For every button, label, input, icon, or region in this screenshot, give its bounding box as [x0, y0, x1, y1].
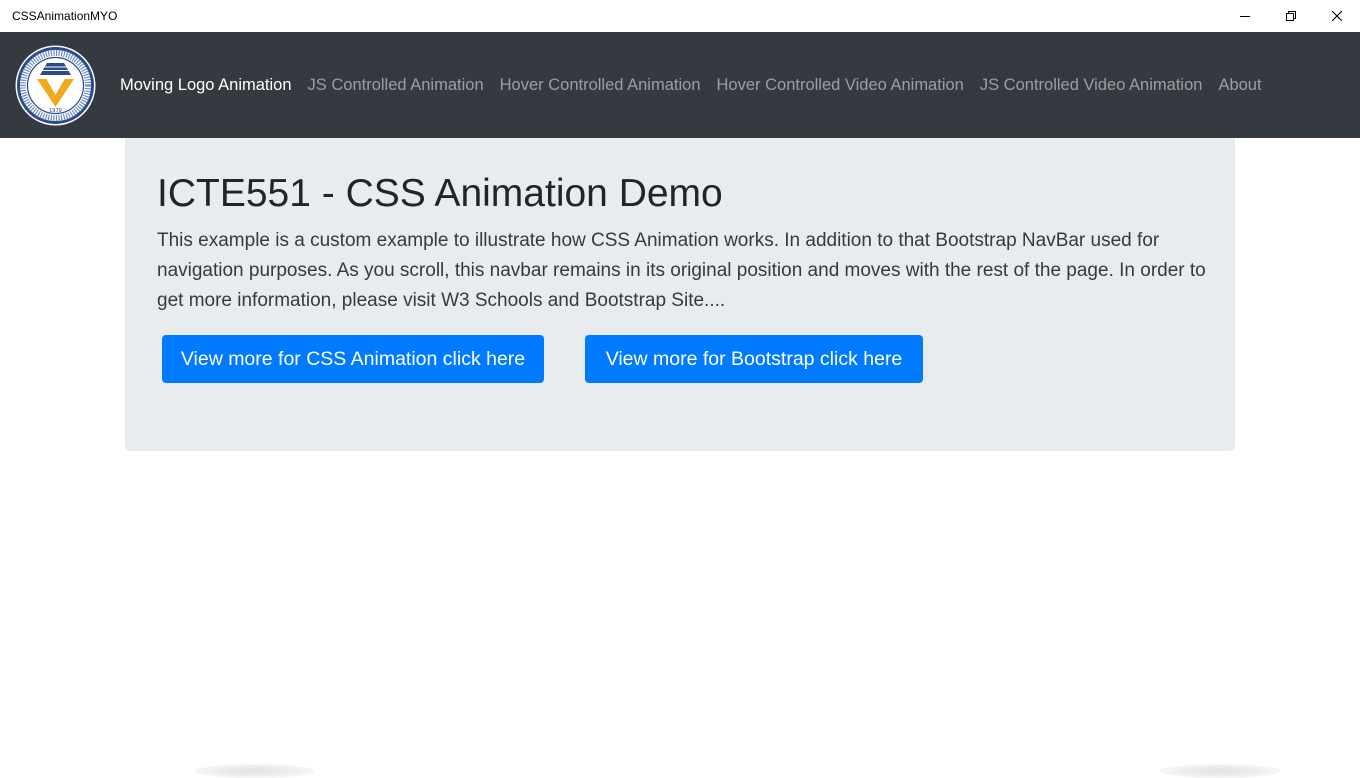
bootstrap-button[interactable]: View more for Bootstrap click here	[585, 335, 923, 383]
nav-item-moving-logo-animation[interactable]: Moving Logo Animation	[112, 76, 300, 95]
university-seal-logo[interactable]: 1979	[15, 45, 96, 126]
logo-year: 1979	[49, 108, 62, 114]
window-title: CSSAnimationMYO	[12, 0, 117, 32]
page-title: ICTE551 - CSS Animation Demo	[157, 172, 723, 216]
nav-item-about[interactable]: About	[1210, 76, 1269, 95]
logo-graphic: 1979	[15, 45, 96, 126]
css-animation-button[interactable]: View more for CSS Animation click here	[162, 335, 544, 383]
restore-button[interactable]	[1268, 0, 1314, 32]
bottom-shadow-left	[195, 764, 315, 778]
navbar: 1979 Moving Logo Animation JS Controlled…	[0, 32, 1360, 138]
lead-paragraph: This example is a custom example to illu…	[157, 226, 1212, 316]
restore-icon	[1286, 11, 1296, 21]
close-icon	[1332, 11, 1342, 21]
close-button[interactable]	[1314, 0, 1360, 32]
jumbotron: ICTE551 - CSS Animation Demo This exampl…	[125, 138, 1235, 451]
window-titlebar: CSSAnimationMYO	[0, 0, 1360, 32]
nav-item-js-controlled-video-animation[interactable]: JS Controlled Video Animation	[972, 76, 1211, 95]
window-controls	[1222, 0, 1360, 32]
nav-item-hover-controlled-video-animation[interactable]: Hover Controlled Video Animation	[709, 76, 972, 95]
bottom-shadow-right	[1160, 764, 1280, 778]
minimize-icon	[1240, 11, 1250, 21]
nav-item-js-controlled-animation[interactable]: JS Controlled Animation	[300, 76, 492, 95]
nav-item-hover-controlled-animation[interactable]: Hover Controlled Animation	[492, 76, 709, 95]
minimize-button[interactable]	[1222, 0, 1268, 32]
nav-menu: Moving Logo Animation JS Controlled Anim…	[112, 32, 1270, 138]
